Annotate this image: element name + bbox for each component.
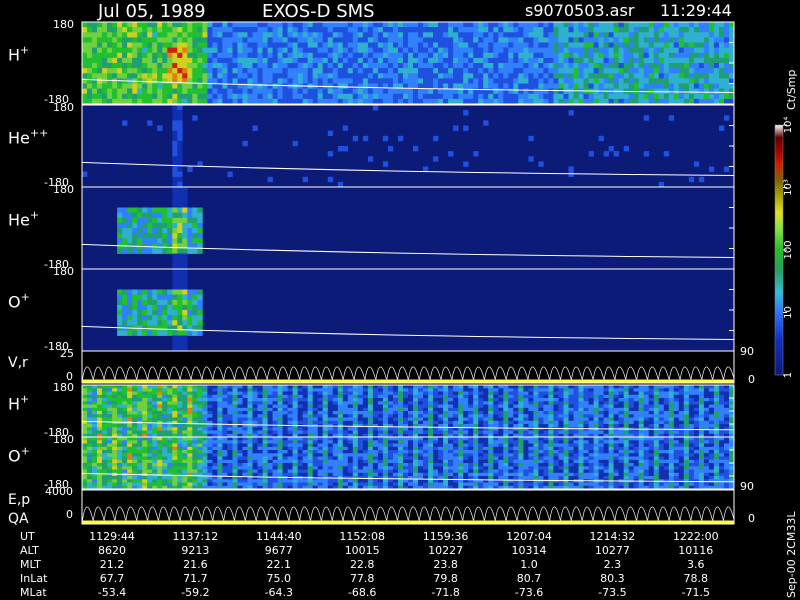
- lower-panel-1-label-sup: +: [20, 392, 29, 405]
- ephemeris-cell-mlat-5: -73.6: [515, 586, 543, 599]
- header-date: Jul 05, 1989: [97, 1, 206, 22]
- ephemeris-cell-inlat-6: 80.3: [600, 572, 625, 585]
- ephemeris-row-label-ut: UT: [20, 530, 35, 543]
- ephemeris-cell-inlat-3: 77.8: [350, 572, 375, 585]
- energy-right-min: 0: [748, 512, 755, 525]
- ephemeris-cell-ut-2: 1144:40: [256, 530, 302, 543]
- ephemeris-cell-ut-4: 1159:36: [423, 530, 469, 543]
- energy-left-min: 0: [66, 508, 73, 521]
- header-time: 11:29:44: [660, 1, 732, 20]
- ephemeris-cell-alt-4: 10227: [428, 544, 463, 557]
- panel-3: He+180-180: [8, 183, 735, 271]
- panel-1-ymax: 180: [53, 18, 74, 31]
- colorbar-tick-label-2: 100: [783, 240, 794, 259]
- velocity-right-min: 0: [748, 373, 755, 386]
- ephemeris-cell-mlt-6: 2.3: [604, 558, 622, 571]
- panel-2: He++180-180: [8, 101, 735, 189]
- panel-1: H+180-180: [8, 18, 735, 106]
- lower-panel-2-label: O+: [8, 444, 30, 465]
- ephemeris-cell-alt-7: 10116: [678, 544, 713, 557]
- energy-label: E,p: [8, 492, 30, 508]
- lower-panel-2-label-sup: +: [21, 444, 30, 457]
- ephemeris-cell-mlt-1: 21.6: [183, 558, 208, 571]
- colorbar: 1 10 100 10³ 10⁴ Ct/Smp: [774, 70, 798, 378]
- energy-right-max: 90: [740, 480, 754, 493]
- panel-1-label: H+: [8, 44, 29, 65]
- ephemeris-cell-mlat-6: -73.5: [598, 586, 626, 599]
- ephemeris-cell-inlat-7: 78.8: [684, 572, 709, 585]
- lower-panels: H+180-180O+180-180: [8, 381, 735, 491]
- ephemeris-cell-alt-0: 8620: [98, 544, 126, 557]
- ephemeris-cell-ut-1: 1137:12: [173, 530, 219, 543]
- velocity-panel: V,r 25 0 90 0: [8, 345, 755, 386]
- velocity-left-min: 0: [66, 370, 73, 383]
- ephemeris-cell-mlat-0: -53.4: [98, 586, 126, 599]
- ephemeris-cell-alt-3: 10015: [345, 544, 380, 557]
- ephemeris-cell-alt-5: 10314: [512, 544, 547, 557]
- ephemeris-row-label-mlat: MLat: [20, 586, 47, 599]
- velocity-label: V,r: [8, 355, 28, 371]
- ephemeris-cell-mlt-5: 1.0: [520, 558, 538, 571]
- lower-panel-1: H+180-180: [8, 381, 735, 439]
- colorbar-tick-label-4: 10⁴: [783, 117, 794, 134]
- ephemeris-cell-inlat-5: 80.7: [517, 572, 542, 585]
- ephemeris-cell-inlat-0: 67.7: [100, 572, 125, 585]
- ephemeris-cell-mlt-3: 22.8: [350, 558, 375, 571]
- ephemeris-cell-alt-1: 9213: [181, 544, 209, 557]
- ephemeris-cell-mlat-1: -59.2: [181, 586, 209, 599]
- panel-1-label-sup: +: [20, 44, 29, 57]
- velocity-right-max: 90: [740, 345, 754, 358]
- panel-4-ymax: 180: [53, 265, 74, 278]
- ephemeris-cell-ut-7: 1222:00: [673, 530, 719, 543]
- ephemeris-cell-mlat-7: -71.5: [682, 586, 710, 599]
- ephemeris-row-label-inlat: InLat: [20, 572, 48, 585]
- ephemeris-cell-mlat-2: -64.3: [265, 586, 293, 599]
- panel-3-ymax: 180: [53, 183, 74, 196]
- panel-2-label: He++: [8, 127, 48, 148]
- ephemeris-cell-inlat-4: 79.8: [433, 572, 458, 585]
- ephemeris-cell-ut-5: 1207:04: [506, 530, 552, 543]
- panel-3-label: He+: [8, 209, 39, 230]
- ephemeris-cell-mlt-0: 21.2: [100, 558, 125, 571]
- panel-2-label-sup: ++: [30, 127, 48, 140]
- ephemeris-cell-ut-0: 1129:44: [89, 530, 135, 543]
- exos-d-sms-plot: Jul 05, 1989 EXOS-D SMS s9070503.asr 11:…: [8, 1, 798, 599]
- lower-panel-2: O+180-180: [8, 433, 735, 491]
- ephemeris-cell-mlat-4: -71.8: [431, 586, 459, 599]
- velocity-left-max: 25: [60, 347, 74, 360]
- footer-vertical: Sep-00 2CM33L: [785, 511, 798, 598]
- qa-label: QA: [8, 511, 29, 527]
- ephemeris-cell-inlat-2: 75.0: [267, 572, 292, 585]
- panel-4-label-sup: +: [21, 291, 30, 304]
- spectrogram-panels: H+180-180He++180-180He+180-180O+180-180: [8, 18, 735, 353]
- ephemeris-cell-mlt-7: 3.6: [687, 558, 705, 571]
- ephemeris-cell-inlat-1: 71.7: [183, 572, 208, 585]
- panel-4-label: O+: [8, 291, 30, 312]
- header-file: s9070503.asr: [525, 1, 635, 20]
- ephemeris-cell-mlt-4: 23.8: [433, 558, 458, 571]
- ephemeris-table: UTALTMLTInLatMLat 1129:44862021.267.7-53.…: [20, 530, 719, 599]
- ephemeris-cell-ut-3: 1152:08: [339, 530, 385, 543]
- ephemeris-cell-alt-2: 9677: [265, 544, 293, 557]
- colorbar-tick-label-3: 10³: [783, 179, 794, 196]
- colorbar-tick-label-0: 1: [783, 372, 794, 378]
- colorbar-tick-label-1: 10: [783, 306, 794, 319]
- ephemeris-cell-mlt-2: 22.1: [267, 558, 292, 571]
- panel-2-ymax: 180: [53, 101, 74, 114]
- lower-panel-2-ymax: 180: [53, 433, 74, 446]
- panel-4: O+180-180: [8, 265, 735, 353]
- ephemeris-row-label-mlt: MLT: [20, 558, 41, 571]
- ephemeris-cell-ut-6: 1214:32: [590, 530, 636, 543]
- header-instrument: EXOS-D SMS: [262, 1, 375, 22]
- ephemeris-cell-mlat-3: -68.6: [348, 586, 376, 599]
- panel-3-label-sup: +: [30, 209, 39, 222]
- colorbar-label: Ct/Smp: [785, 70, 798, 110]
- ephemeris-cell-alt-6: 10277: [595, 544, 630, 557]
- ephemeris-row-label-alt: ALT: [20, 544, 39, 557]
- energy-left-max: 4000: [45, 485, 73, 498]
- lower-panel-1-label: H+: [8, 392, 29, 413]
